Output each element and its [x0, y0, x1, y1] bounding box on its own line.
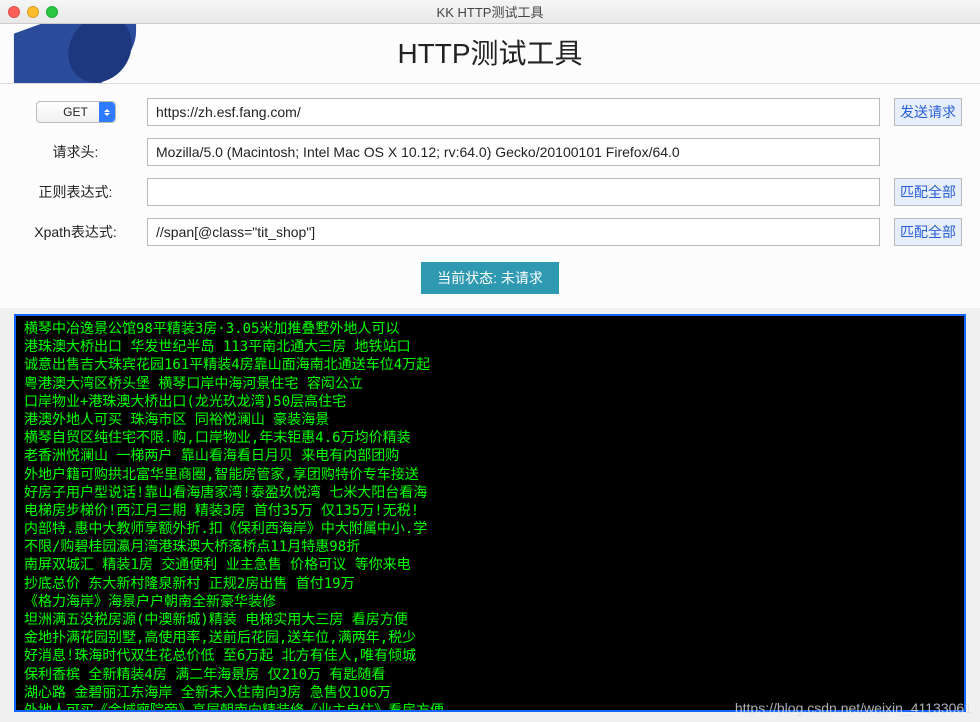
output-line: 横琴中冶逸景公馆98平精装3房·3.05米加推叠墅外地人可以 — [24, 320, 956, 338]
output-line: 电梯房步梯价!西江月三期 精装3房 首付35万 仅135万!无税! — [24, 502, 956, 520]
output-line: 《格力海岸》海景户户朝南全新豪华装修 — [24, 593, 956, 611]
regex-match-button[interactable]: 匹配全部 — [894, 178, 962, 206]
output-line: 粤港澳大湾区桥头堡 横琴口岸中海河景住宅 容闳公立 — [24, 375, 956, 393]
output-line: 内部特.惠中大教师享额外折.扣《保利西海岸》中大附属中小.学 — [24, 520, 956, 538]
output-line: 外地户籍可购拱北富华里商圈,智能房管家,享团购特价专车接送 — [24, 466, 956, 484]
output-line: 好房子用户型说话!靠山看海唐家湾!泰盈玖悦湾 七米大阳台看海 — [24, 484, 956, 502]
output-line: 坦洲满五没税房源(中澳新城)精装 电梯实用大三房 看房方便 — [24, 611, 956, 629]
app-header: HTTP测试工具 — [0, 24, 980, 84]
output-line: 不限/购碧桂园瀛月湾港珠澳大桥落桥点11月特惠98折 — [24, 538, 956, 556]
output-console: 横琴中冶逸景公馆98平精装3房·3.05米加推叠墅外地人可以港珠澳大桥出口 华发… — [14, 314, 966, 712]
app-title: HTTP测试工具 — [0, 24, 980, 84]
form-area: GET 发送请求 请求头: 正则表达式: 匹配全部 Xpath表达式: 匹配全部… — [0, 84, 980, 308]
chevron-updown-icon — [99, 102, 115, 122]
close-icon[interactable] — [8, 6, 20, 18]
output-line: 老香洲悦澜山 一梯两户 靠山看海看日月贝 来电有内部团购 — [24, 447, 956, 465]
regex-label: 正则表达式: — [18, 182, 133, 202]
method-value: GET — [63, 105, 88, 119]
xpath-input[interactable] — [147, 218, 880, 246]
output-line: 诚意出售吉大珠宾花园161平精装4房靠山面海南北通送车位4万起 — [24, 356, 956, 374]
xpath-match-button[interactable]: 匹配全部 — [894, 218, 962, 246]
headers-input[interactable] — [147, 138, 880, 166]
output-line: 口岸物业+港珠澳大桥出口(龙光玖龙湾)50层高住宅 — [24, 393, 956, 411]
output-line: 抄底总价 东大新村隆泉新村 正规2房出售 首付19万 — [24, 575, 956, 593]
xpath-label: Xpath表达式: — [18, 222, 133, 242]
output-line: 港珠澳大桥出口 华发世纪半岛 113平南北通大三房 地铁站口 — [24, 338, 956, 356]
output-line: 南屏双城汇 精装1房 交通便利 业主急售 价格可议 等你来电 — [24, 556, 956, 574]
maximize-icon[interactable] — [46, 6, 58, 18]
output-line: 金地扑满花园别墅,高使用率,送前后花园,送车位,满两年,税少 — [24, 629, 956, 647]
regex-input[interactable] — [147, 178, 880, 206]
titlebar: KK HTTP测试工具 — [0, 0, 980, 24]
output-line: 港澳外地人可买 珠海市区 同裕悦澜山 豪装海景 — [24, 411, 956, 429]
send-button[interactable]: 发送请求 — [894, 98, 962, 126]
output-line: 好消息!珠海时代双生花总价低 至6万起 北方有佳人,唯有倾城 — [24, 647, 956, 665]
output-line: 横琴自贸区纯住宅不限.购,口岸物业,年末钜惠4.6万均价精装 — [24, 429, 956, 447]
output-line: 保利香槟 全新精装4房 满二年海景房 仅210万 有匙随看 — [24, 666, 956, 684]
headers-label: 请求头: — [18, 142, 133, 162]
status-badge: 当前状态: 未请求 — [421, 262, 559, 294]
watermark: https://blog.csdn.net/weixin_41133061 — [735, 700, 972, 716]
url-input[interactable] — [147, 98, 880, 126]
window-title: KK HTTP测试工具 — [0, 2, 980, 21]
minimize-icon[interactable] — [27, 6, 39, 18]
method-select[interactable]: GET — [36, 101, 116, 123]
